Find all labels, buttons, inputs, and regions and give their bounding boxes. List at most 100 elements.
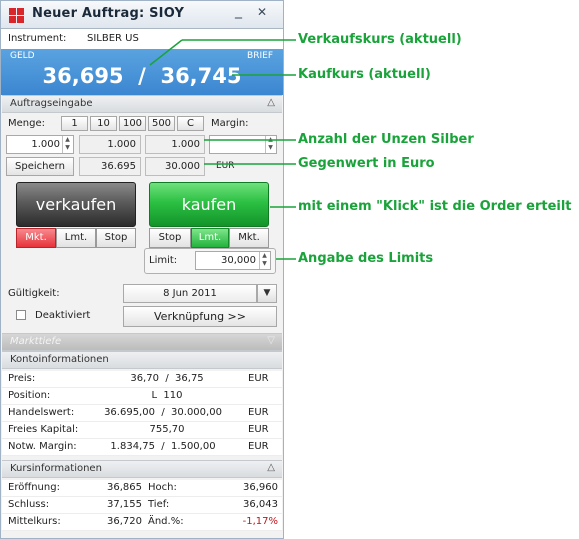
quantity-spinner[interactable]: ▲ ▼ (62, 136, 72, 153)
row-label: Preis: (8, 373, 36, 384)
account-row-position: Position: L 110 (2, 388, 282, 405)
ask-label: BRIEF (247, 51, 273, 61)
account-row-price: Preis: 36,70 / 36,75 EUR (2, 371, 282, 388)
margin-label: Margin: (211, 118, 249, 129)
collapse-chevron-icon[interactable]: △ (267, 97, 275, 108)
row-label: Freies Kapital: (8, 424, 79, 435)
save-button[interactable]: Speichern (6, 157, 74, 176)
sell-type-limit[interactable]: Lmt. (56, 228, 96, 248)
collapse-chevron-icon[interactable]: △ (267, 462, 275, 473)
link-button[interactable]: Verknüpfung >> (123, 306, 277, 327)
row-value: 36,70 / 36,75 (130, 373, 204, 384)
margin-select[interactable]: ▲ ▼ (209, 135, 277, 154)
limit-label: Limit: (149, 255, 178, 266)
limit-spinner[interactable]: ▲ ▼ (259, 252, 269, 269)
market-depth-header[interactable]: Markttiefe ▽ (2, 333, 282, 351)
minimize-button[interactable]: _ (235, 3, 242, 19)
row-label: Eröffnung: (8, 482, 60, 493)
quote-panel: GELD BRIEF 36,695 / 36,745 (1, 49, 283, 95)
row-value: L 110 (151, 390, 183, 401)
row-value: 36.695,00 / 30.000,00 (104, 407, 222, 418)
row-value: 36,865 (107, 482, 142, 493)
row-label: Position: (8, 390, 51, 401)
qty-button-10[interactable]: 10 (90, 116, 117, 131)
quantity-value: 1.000 (31, 139, 60, 150)
qty-clear-button[interactable]: C (177, 116, 204, 131)
price-info-title: Kursinformationen (10, 463, 102, 474)
sell-type-stop[interactable]: Stop (96, 228, 136, 248)
qty-button-100[interactable]: 100 (119, 116, 146, 131)
currency-label: EUR (216, 161, 235, 171)
instrument-value: SILBER US (87, 33, 139, 44)
row-label: Schluss: (8, 499, 50, 510)
buy-type-market[interactable]: Mkt. (229, 228, 269, 248)
annotation-sell-price: Verkaufskurs (aktuell) (298, 32, 462, 47)
row-label: Mittelkurs: (8, 516, 61, 527)
title-bar: Neuer Auftrag: SIOY _ ✕ (1, 1, 283, 29)
expand-chevron-icon[interactable]: ▽ (267, 335, 275, 346)
row-value: 36,043 (243, 499, 278, 510)
limit-value: 30,000 (221, 255, 256, 266)
bid-ask-price: 36,695 / 36,745 (42, 64, 242, 88)
price-row-open-high: Eröffnung: 36,865 Hoch: 36,960 (2, 480, 282, 497)
deactivated-label: Deaktiviert (35, 310, 91, 321)
row-label: Tief: (148, 499, 170, 510)
value-eur-display: 30.000 (145, 157, 205, 176)
window-title: Neuer Auftrag: SIOY (32, 6, 185, 21)
account-row-required-margin: Notw. Margin: 1.834,75 / 1.500,00 EUR (2, 439, 282, 456)
account-row-free-capital: Freies Kapital: 755,70 EUR (2, 422, 282, 439)
margin-spinner[interactable]: ▲ ▼ (265, 136, 275, 153)
instrument-label: Instrument: (8, 33, 67, 44)
annotation-ounces: Anzahl der Unzen Silber (298, 132, 474, 147)
row-value: 755,70 (149, 424, 185, 435)
row-unit: EUR (248, 407, 269, 418)
qty-button-1[interactable]: 1 (61, 116, 88, 131)
row-label: Notw. Margin: (8, 441, 77, 452)
validity-select[interactable]: 8 Jun 2011 (123, 284, 257, 303)
price-display: 36.695 (79, 157, 141, 176)
limit-panel: Limit: 30,000 ▲ ▼ (144, 248, 276, 274)
annotation-buy-price: Kaufkurs (aktuell) (298, 67, 431, 82)
row-value: 36,720 (107, 516, 142, 527)
instrument-row: Instrument: SILBER US (1, 29, 283, 49)
buy-button[interactable]: kaufen (149, 182, 269, 227)
account-info-header[interactable]: Kontoinformationen (2, 351, 282, 369)
buy-type-stop[interactable]: Stop (149, 228, 191, 248)
account-info-title: Kontoinformationen (10, 354, 109, 365)
row-value: 1.834,75 / 1.500,00 (110, 441, 216, 452)
row-unit: EUR (248, 441, 269, 452)
bid-label: GELD (10, 51, 35, 61)
change-percent-value: -1,17% (242, 516, 278, 527)
row-unit: EUR (248, 373, 269, 384)
sell-button[interactable]: verkaufen (16, 182, 136, 227)
annotation-one-click: mit einem "Klick" ist die Order erteilt (298, 199, 572, 214)
row-label: Handelswert: (8, 407, 75, 418)
annotation-value: Gegenwert in Euro (298, 156, 435, 171)
market-depth-title: Markttiefe (10, 336, 62, 347)
quantity-display-1: 1.000 (79, 135, 141, 154)
row-unit: EUR (248, 424, 269, 435)
quantity-label: Menge: (8, 118, 45, 129)
validity-dropdown-icon[interactable]: ▼ (257, 284, 277, 303)
order-entry-title: Auftragseingabe (10, 98, 93, 109)
price-row-close-low: Schluss: 37,155 Tief: 36,043 (2, 497, 282, 514)
annotation-limit: Angabe des Limits (298, 251, 434, 266)
order-entry-header[interactable]: Auftragseingabe △ (2, 95, 282, 113)
qty-button-500[interactable]: 500 (148, 116, 175, 131)
price-info-header[interactable]: Kursinformationen △ (2, 460, 282, 478)
deactivated-checkbox[interactable] (16, 310, 26, 320)
price-row-mid-change: Mittelkurs: 36,720 Änd.%: -1,17% (2, 514, 282, 531)
validity-label: Gültigkeit: (8, 288, 60, 299)
limit-input[interactable]: 30,000 ▲ ▼ (195, 251, 271, 270)
close-button[interactable]: ✕ (257, 5, 267, 19)
row-value: 36,960 (243, 482, 278, 493)
quantity-input[interactable]: 1.000 ▲ ▼ (6, 135, 74, 154)
app-icon (9, 8, 24, 23)
row-label: Hoch: (148, 482, 177, 493)
sell-type-market[interactable]: Mkt. (16, 228, 56, 248)
buy-type-limit[interactable]: Lmt. (191, 228, 229, 248)
account-row-trade-value: Handelswert: 36.695,00 / 30.000,00 EUR (2, 405, 282, 422)
row-value: 37,155 (107, 499, 142, 510)
order-window: Neuer Auftrag: SIOY _ ✕ Instrument: SILB… (0, 0, 284, 539)
quantity-display-2: 1.000 (145, 135, 205, 154)
